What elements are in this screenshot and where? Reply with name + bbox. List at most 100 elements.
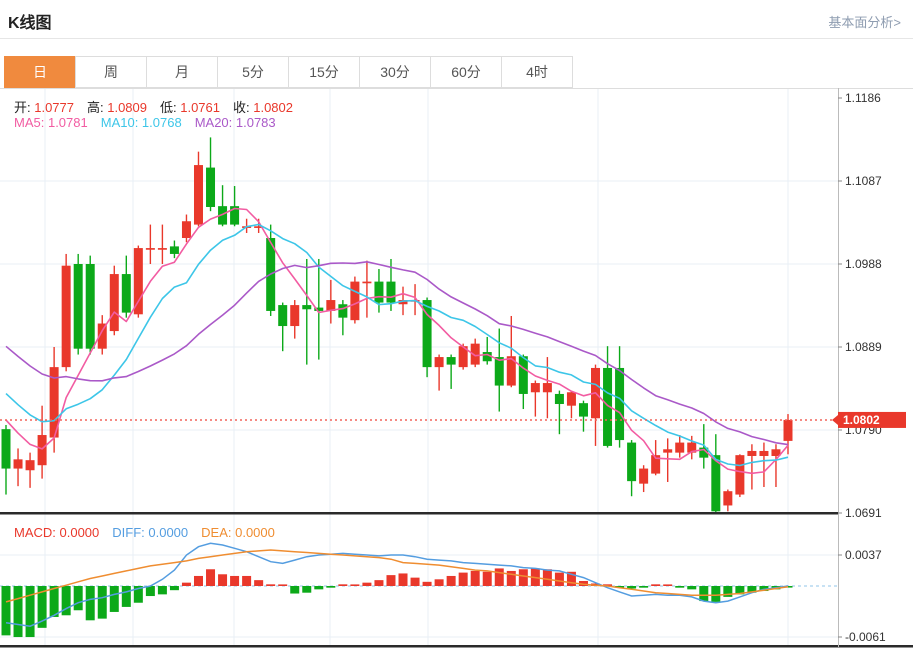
macd-tick-label: 0.0037 <box>845 548 882 562</box>
candle-body <box>578 403 588 417</box>
macd-bar <box>651 584 661 586</box>
candle-body <box>121 274 131 313</box>
candle-body <box>530 383 540 393</box>
macd-bar <box>687 586 697 590</box>
candle-body <box>61 265 71 368</box>
macd-bar <box>338 584 348 586</box>
macd-bar <box>639 586 649 588</box>
macd-bar <box>85 586 95 621</box>
macd-bar <box>422 581 432 586</box>
macd-bar <box>494 568 504 586</box>
macd-bar <box>169 586 179 591</box>
candle-body <box>302 305 312 310</box>
macd-bar <box>362 582 372 586</box>
macd-bar <box>386 575 396 586</box>
candle-body <box>133 248 143 315</box>
candle-body <box>37 435 47 466</box>
candle-body <box>109 274 119 332</box>
candle-body <box>554 393 564 405</box>
macd-bar <box>434 579 444 586</box>
macd-bar <box>711 586 721 602</box>
macd-bar <box>314 586 324 590</box>
macd-bar <box>218 574 228 586</box>
ma10-line <box>5 223 789 467</box>
chart-area: 1.1186 1.1087 1.0988 1.0889 1.0790 1.0691 0.00… <box>0 0 913 651</box>
macd-histogram <box>1 568 793 638</box>
macd-bar <box>266 584 276 586</box>
macd-bar <box>482 571 492 586</box>
price-tick-label: 1.0988 <box>845 257 882 271</box>
macd-bar <box>49 586 59 617</box>
kline-chart-canvas[interactable]: 1.11861.10871.09881.08891.07901.06910.00… <box>0 88 913 651</box>
candle-body <box>73 264 83 349</box>
macd-bar <box>470 570 480 586</box>
macd-bar <box>410 577 420 586</box>
chart-bottom-border <box>0 645 913 648</box>
macd-bar <box>542 569 552 586</box>
macd-bar <box>145 586 155 597</box>
candle-body <box>157 248 167 250</box>
candlesticks <box>1 137 793 513</box>
candle-body <box>181 221 191 239</box>
candle-body <box>338 304 348 318</box>
pane-separator <box>0 512 838 515</box>
candle-body <box>386 281 396 303</box>
macd-bar <box>699 586 709 602</box>
macd-bar <box>230 575 240 586</box>
candle-body <box>783 419 793 441</box>
macd-bar <box>398 573 408 586</box>
macd-bar <box>675 586 685 588</box>
candle-body <box>639 468 649 484</box>
candle-body <box>13 459 23 469</box>
macd-bar <box>446 575 456 586</box>
macd-bar <box>350 584 360 586</box>
current-price-value: 1.0802 <box>843 413 880 427</box>
gridlines <box>0 88 838 645</box>
macd-bar <box>326 586 336 588</box>
candle-body <box>1 429 11 469</box>
candle-body <box>615 367 625 441</box>
price-tick-label: 1.0889 <box>845 340 882 354</box>
candle-body <box>446 357 456 365</box>
candle-body <box>747 450 757 456</box>
macd-bar <box>290 586 300 594</box>
macd-bar <box>109 586 119 612</box>
candle-body <box>193 165 203 225</box>
macd-bar <box>518 569 528 586</box>
candle-body <box>169 246 179 254</box>
macd-bar <box>278 584 288 586</box>
macd-bar <box>554 572 564 586</box>
price-tick-label: 1.1186 <box>845 91 881 105</box>
candle-body <box>374 281 384 303</box>
candle-body <box>723 491 733 506</box>
candle-body <box>362 281 372 284</box>
macd-bar <box>374 580 384 586</box>
macd-bar <box>193 575 203 586</box>
macd-bar <box>663 584 673 586</box>
macd-bar <box>157 586 167 595</box>
candle-body <box>85 264 95 349</box>
candle-body <box>145 248 155 250</box>
candle-body <box>675 442 685 453</box>
candle-body <box>542 383 552 393</box>
macd-bar <box>206 569 216 586</box>
candle-body <box>290 305 300 327</box>
price-axis: 1.11861.10871.09881.08891.07901.06910.00… <box>838 91 886 644</box>
macd-bar <box>97 586 107 619</box>
kline-widget: K线图 基本面分析> 日周月 5分 15分 30分 60分 4时 1.1186 1.1087… <box>0 0 913 651</box>
macd-bar <box>254 580 264 586</box>
candle-body <box>206 167 216 207</box>
macd-bar <box>302 586 312 593</box>
macd-bar <box>73 586 83 611</box>
macd-bar <box>242 575 252 586</box>
macd-bar <box>1 586 11 636</box>
candle-body <box>759 450 769 456</box>
candle-body <box>518 356 528 394</box>
candle-body <box>735 455 745 495</box>
macd-bar <box>121 586 131 607</box>
candle-body <box>434 357 444 368</box>
macd-bar <box>13 586 23 638</box>
candle-body <box>494 357 504 386</box>
candle-body <box>278 305 288 327</box>
candle-body <box>566 392 576 406</box>
